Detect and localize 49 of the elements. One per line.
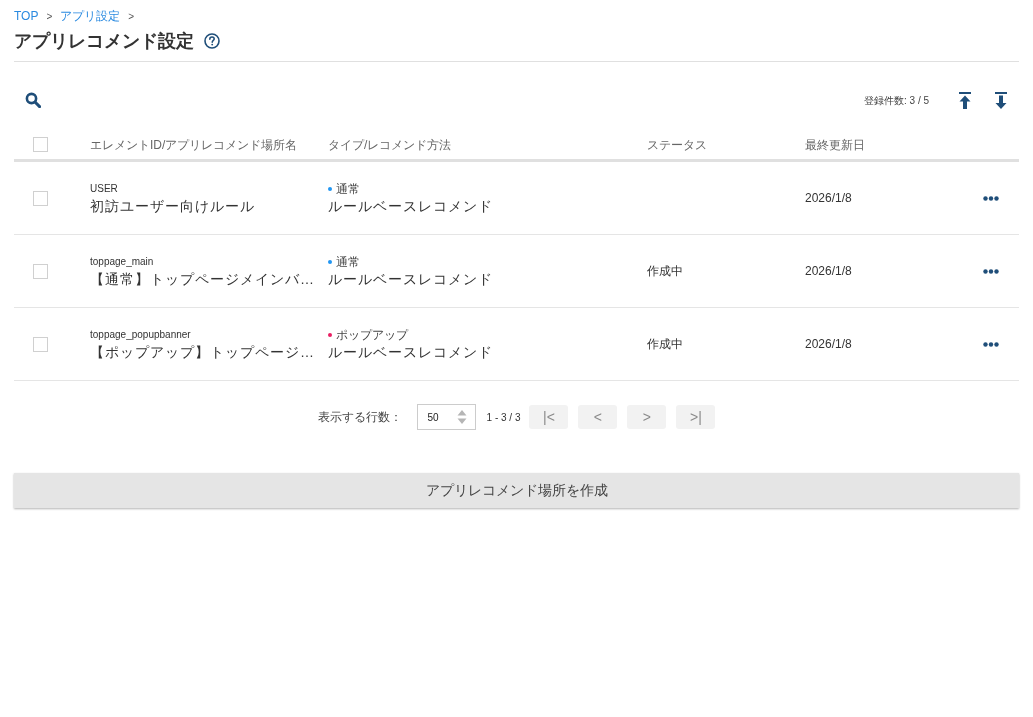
element-id: toppage_popupbanner xyxy=(90,328,191,342)
recommend-method: ルールベースレコメンド xyxy=(328,343,493,362)
create-location-button[interactable]: アプリレコメンド場所を作成 xyxy=(14,473,1019,508)
breadcrumb-separator: > xyxy=(128,9,135,24)
column-header: エレメントID/アプリレコメンド場所名 xyxy=(90,136,298,154)
upload-button[interactable] xyxy=(959,91,971,109)
more-button[interactable] xyxy=(983,341,999,347)
recommend-method: ルールベースレコメンド xyxy=(328,197,493,216)
breadcrumb-link[interactable]: TOP xyxy=(14,7,39,25)
location-name[interactable]: 初訪ユーザー向けルール xyxy=(90,196,255,216)
type-label: ポップアップ xyxy=(336,328,408,342)
recommend-method: ルールベースレコメンド xyxy=(328,270,493,289)
record-count: 登録件数: 3 / 5 xyxy=(864,93,929,108)
more-button[interactable] xyxy=(983,195,999,201)
download-icon xyxy=(995,91,1007,109)
rows-per-page-select[interactable]: 50 xyxy=(416,404,476,430)
updated-date: 2026/1/8 xyxy=(805,190,852,207)
page-title: アプリレコメンド設定 xyxy=(14,30,194,53)
upload-icon xyxy=(959,91,971,109)
more-icon xyxy=(983,195,999,201)
updated-date: 2026/1/8 xyxy=(805,336,852,353)
page-range: 1 - 3 / 3 xyxy=(486,410,521,425)
location-name[interactable]: 【通常】トップページメインバ… xyxy=(90,269,315,289)
checkbox[interactable] xyxy=(33,336,48,352)
search-icon xyxy=(25,92,41,108)
help-icon[interactable] xyxy=(204,33,220,49)
search-button[interactable] xyxy=(25,92,41,108)
status-text: 作成中 xyxy=(647,336,683,353)
checkbox[interactable] xyxy=(33,263,48,279)
more-icon xyxy=(983,268,999,274)
type-label: 通常 xyxy=(336,182,360,196)
rows-per-page-label: 表示する行数： xyxy=(317,409,402,426)
column-header: タイプ/レコメンド方法 xyxy=(328,136,452,154)
location-name[interactable]: 【ポップアップ】トップページ… xyxy=(90,342,315,362)
checkbox[interactable] xyxy=(33,190,48,206)
element-id: toppage_main xyxy=(90,255,154,269)
column-header: 最終更新日 xyxy=(805,136,865,154)
breadcrumb-link[interactable]: アプリ設定 xyxy=(60,7,121,25)
type-label: 通常 xyxy=(336,255,360,269)
updated-date: 2026/1/8 xyxy=(805,263,852,280)
breadcrumb-separator: > xyxy=(46,9,53,24)
column-header: ステータス xyxy=(647,136,707,154)
download-button[interactable] xyxy=(995,91,1007,109)
element-id: USER xyxy=(90,182,118,196)
more-icon xyxy=(983,341,999,347)
status-text: 作成中 xyxy=(647,263,683,280)
more-button[interactable] xyxy=(983,268,999,274)
checkbox[interactable] xyxy=(33,137,48,152)
spinner-icon xyxy=(456,409,467,425)
